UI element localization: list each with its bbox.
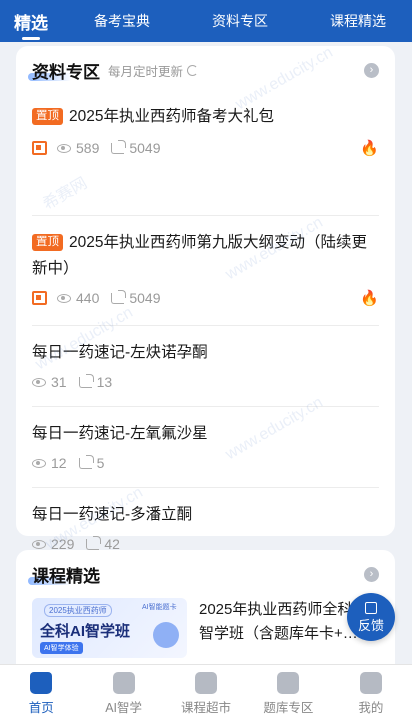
materials-subtitle: 每月定时更新 [108, 61, 199, 80]
group-icon [32, 291, 47, 305]
item-title: 置顶 2025年执业西药师备考大礼包 [32, 104, 379, 130]
item-title: 每日一药速记-左氧氟沙星 [32, 425, 208, 442]
item-meta: 589 5049 🔥 [32, 136, 379, 160]
courses-card: 课程精选 › 2025执业西药师 AI智能题卡 全科AI智学班 AI智学体验 2… [16, 550, 395, 680]
views-value: 31 [51, 374, 67, 390]
top-nav: 精选 备考宝典 资料专区 课程精选 [0, 0, 412, 42]
item-title: 置顶 2025年执业西药师第九版大纲变动（陆续更新中） [32, 230, 379, 282]
share-icon [111, 289, 127, 304]
play-icon [195, 672, 218, 694]
nav-home[interactable]: 首页 [0, 665, 82, 716]
bottom-nav: 首页 AI智学 课程超市 题库专区 我的 [0, 664, 412, 716]
course-banner[interactable]: 2025执业西药师 AI智能题卡 全科AI智学班 AI智学体验 [32, 598, 187, 658]
shares-count: 5049 [111, 139, 161, 156]
eye-icon [32, 377, 46, 387]
banner-sub-label: AI智学体验 [40, 642, 83, 654]
views-count: 440 [57, 290, 99, 306]
tab-study-guide[interactable]: 备考宝典 [94, 11, 150, 31]
banner-top-label: 2025执业西药师 [44, 604, 112, 617]
group-icon [32, 141, 47, 155]
item-title-text: 2025年执业西药师第九版大纲变动（陆续更新中） [32, 234, 367, 277]
item-meta: 12 5 [32, 451, 379, 475]
views-count: 31 [32, 374, 67, 390]
pinned-badge: 置顶 [32, 234, 63, 251]
feedback-button[interactable]: 反馈 [347, 593, 395, 641]
list-item[interactable]: 置顶 2025年执业西药师第九版大纲变动（陆续更新中） 440 5049 🔥 [32, 216, 379, 326]
list-item[interactable]: 置顶 2025年执业西药师备考大礼包 589 5049 🔥 [32, 94, 379, 216]
share-icon [78, 373, 94, 388]
chevron-right-icon[interactable]: › [364, 62, 379, 78]
banner-main-title: 全科AI智学班 [40, 623, 131, 640]
materials-header: 资料专区 每月定时更新 › [16, 46, 395, 94]
user-icon [359, 672, 382, 694]
fire-icon: 🔥 [360, 290, 379, 307]
robot-icon [153, 622, 179, 648]
tab-featured[interactable]: 精选 [14, 9, 48, 34]
item-meta: 31 13 [32, 370, 379, 394]
eye-icon [32, 458, 46, 468]
item-meta: 440 5049 🔥 [32, 286, 379, 310]
ai-study-icon [112, 672, 135, 694]
views-count: 589 [57, 140, 99, 156]
feedback-label: 反馈 [357, 618, 384, 633]
nav-profile-label: 我的 [358, 701, 384, 715]
views-count: 12 [32, 455, 67, 471]
materials-title: 资料专区 [28, 58, 100, 83]
eye-icon [57, 293, 71, 303]
refresh-icon [187, 64, 199, 76]
item-title: 每日一药速记-多潘立酮 [32, 506, 193, 523]
views-value: 12 [51, 455, 67, 471]
views-value: 440 [76, 290, 100, 306]
pinned-badge: 置顶 [32, 108, 63, 125]
materials-card: 资料专区 每月定时更新 › 置顶 2025年执业西药师备考大礼包 589 5049… [16, 46, 395, 552]
share-icon [78, 454, 94, 469]
shares-value: 5049 [129, 290, 161, 306]
course-item[interactable]: 2025执业西药师 AI智能题卡 全科AI智学班 AI智学体验 2025年执业西… [16, 598, 395, 658]
courses-title: 课程精选 [28, 562, 100, 587]
views-value: 589 [76, 140, 100, 156]
item-title: 每日一药速记-左炔诺孕酮 [32, 344, 208, 361]
shares-value: 5 [96, 455, 105, 471]
list-item[interactable]: 每日一药速记-左炔诺孕酮 31 13 [32, 326, 379, 407]
document-icon [277, 672, 300, 694]
tab-materials[interactable]: 资料专区 [212, 11, 268, 31]
fire-icon: 🔥 [360, 140, 379, 157]
list-item[interactable]: 每日一药速记-左氧氟沙星 12 5 [32, 407, 379, 488]
shares-count: 13 [78, 373, 113, 390]
eye-icon [57, 143, 71, 153]
nav-course-market-label: 课程超市 [181, 701, 232, 715]
item-title-text: 2025年执业西药师备考大礼包 [69, 108, 274, 125]
home-icon [30, 672, 53, 694]
shares-value: 13 [96, 374, 113, 390]
shares-value: 5049 [129, 140, 161, 156]
nav-course-market[interactable]: 课程超市 [165, 665, 247, 716]
edit-icon [365, 602, 377, 614]
banner-tag: AI智能题卡 [142, 604, 177, 611]
eye-icon [32, 539, 46, 549]
courses-header: 课程精选 › [16, 550, 395, 598]
materials-subtitle-text: 每月定时更新 [108, 64, 184, 79]
shares-count: 5049 [111, 289, 161, 306]
nav-ai-study-label: AI智学 [105, 701, 143, 715]
nav-question-bank[interactable]: 题库专区 [247, 665, 329, 716]
nav-home-label: 首页 [28, 701, 54, 715]
share-icon [111, 139, 127, 154]
nav-profile[interactable]: 我的 [330, 665, 412, 716]
chevron-right-icon[interactable]: › [364, 566, 379, 582]
shares-count: 5 [78, 454, 105, 471]
nav-ai-study[interactable]: AI智学 [82, 665, 164, 716]
tab-courses[interactable]: 课程精选 [330, 11, 386, 31]
nav-question-bank-label: 题库专区 [263, 701, 314, 715]
share-icon [86, 535, 102, 550]
